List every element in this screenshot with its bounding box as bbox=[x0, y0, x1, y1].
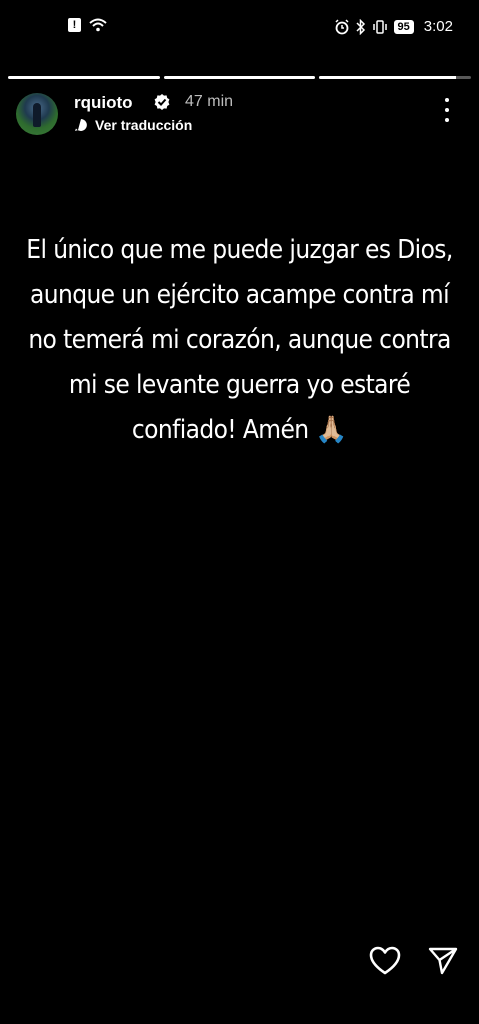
story-text-line: El único que me puede juzgar es Dios, bbox=[26, 235, 453, 265]
story-progress-segment bbox=[8, 76, 160, 79]
avatar-figure bbox=[33, 103, 41, 127]
alert-icon: ! bbox=[68, 18, 81, 32]
story-progress-segment bbox=[163, 76, 316, 79]
story-progress bbox=[8, 76, 472, 79]
story-progress-fill bbox=[163, 76, 316, 79]
story-text-line: mi se levante guerra yo estaré bbox=[68, 370, 411, 400]
status-bar: ! 95 3:02 bbox=[0, 0, 479, 56]
story-text-line: no temerá mi corazón, aunque contra bbox=[28, 325, 451, 355]
status-right: 95 3:02 bbox=[334, 18, 453, 35]
verified-badge-icon bbox=[154, 94, 170, 110]
status-left: ! bbox=[68, 18, 107, 32]
more-options-icon[interactable] bbox=[439, 98, 455, 122]
story-progress-fill bbox=[319, 76, 456, 79]
story-text: El único que me puede juzgar es Dios, au… bbox=[20, 228, 459, 453]
wifi-icon bbox=[89, 18, 107, 32]
battery-indicator: 95 bbox=[393, 19, 414, 34]
heart-icon[interactable] bbox=[369, 946, 401, 976]
clock: 3:02 bbox=[423, 18, 453, 35]
story-progress-segment bbox=[319, 76, 472, 79]
avatar[interactable] bbox=[16, 93, 58, 135]
translate-icon bbox=[75, 119, 87, 131]
story-progress-fill bbox=[8, 76, 160, 79]
story-header: rquioto 47 min Ver traducción bbox=[16, 90, 463, 138]
send-icon[interactable] bbox=[427, 946, 459, 976]
story-text-line: aunque un ejército acampe contra mí bbox=[30, 280, 450, 310]
translate-label: Ver traducción bbox=[95, 117, 193, 133]
alarm-icon bbox=[335, 18, 349, 34]
time-ago: 47 min bbox=[185, 93, 234, 110]
username[interactable]: rquioto bbox=[74, 93, 133, 113]
story-viewer: ! 95 3:02 rquioto 47 min Ver traducción … bbox=[0, 0, 479, 1024]
story-actions bbox=[369, 946, 459, 976]
translate-link[interactable]: Ver traducción bbox=[74, 117, 192, 133]
bluetooth-icon bbox=[356, 18, 365, 35]
vibrate-icon bbox=[372, 19, 387, 34]
story-text-line: confiado! Amén 🙏🏼 bbox=[131, 415, 348, 445]
